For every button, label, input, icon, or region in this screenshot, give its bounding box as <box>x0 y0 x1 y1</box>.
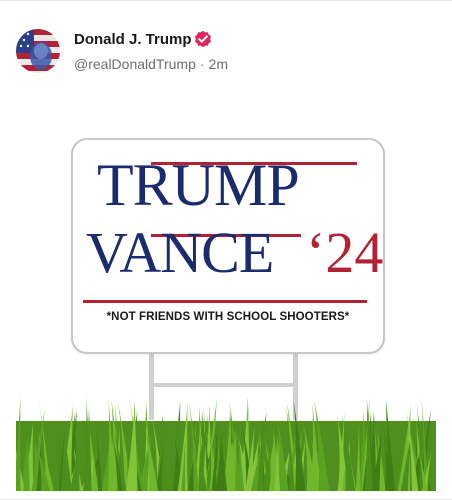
sign-tagline: *NOT FRIENDS WITH SCHOOL SHOOTERS* <box>106 311 350 323</box>
author-name[interactable]: Donald J. Trump <box>74 31 192 48</box>
sign-stake-crossbar <box>149 383 298 387</box>
post-image[interactable]: TRUMP VANCE ‘24 *NOT FRIENDS WITH SCHOOL… <box>16 111 436 491</box>
post-header: Donald J. Trump @realDonaldTrump · 2m <box>16 25 436 75</box>
verified-check-icon <box>194 30 212 48</box>
yard-sign: TRUMP VANCE ‘24 *NOT FRIENDS WITH SCHOOL… <box>71 138 385 354</box>
meta-separator: · <box>199 56 205 72</box>
author-handle[interactable]: @realDonaldTrump <box>74 56 196 72</box>
post-timestamp[interactable]: 2m <box>209 56 228 72</box>
sign-line-vance: VANCE <box>86 220 274 285</box>
sign-year: ‘24 <box>306 220 384 285</box>
post-meta: @realDonaldTrump · 2m <box>74 56 228 72</box>
sign-line-trump: TRUMP <box>97 152 300 218</box>
sign-bottom-stripe <box>83 300 367 303</box>
grass <box>16 396 436 491</box>
avatar[interactable] <box>16 29 60 73</box>
post-card: Donald J. Trump @realDonaldTrump · 2m TRUM… <box>0 0 452 500</box>
